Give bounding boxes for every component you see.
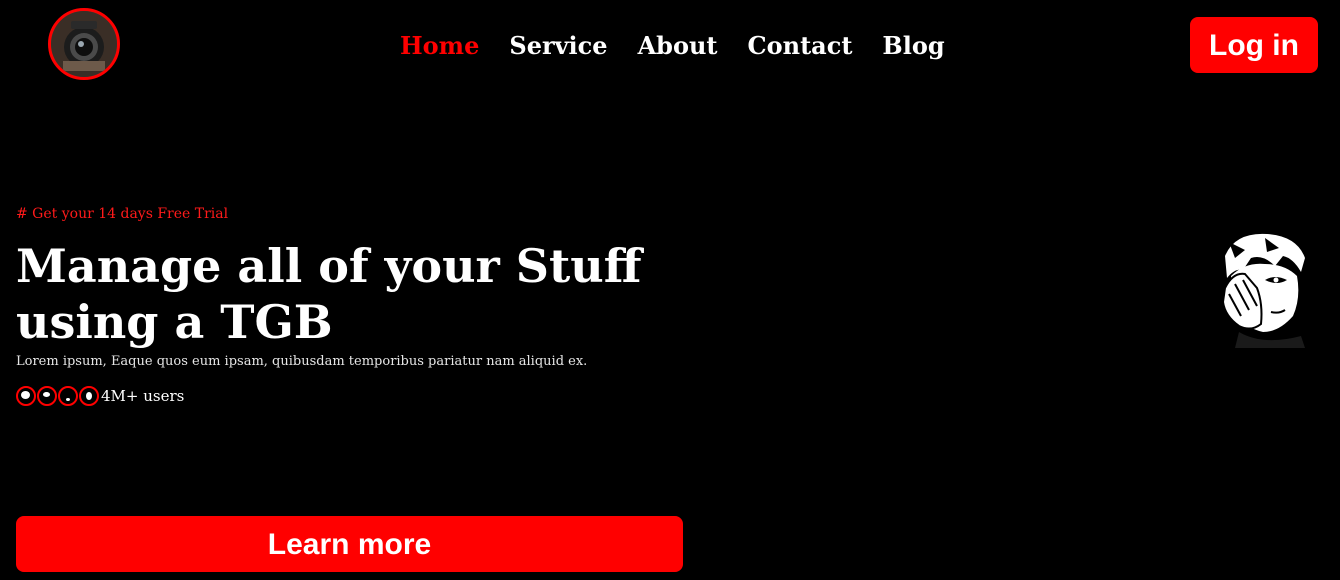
user-avatar xyxy=(37,386,57,406)
logo-camera-lens-image[interactable] xyxy=(48,8,120,80)
users-count-text: 4M+ users xyxy=(101,387,185,405)
nav-about-link[interactable]: About xyxy=(638,30,718,62)
landing-page: Home Service About Contact Blog Log in #… xyxy=(0,0,1340,580)
learn-more-button[interactable]: Learn more xyxy=(16,516,683,572)
main-nav: Home Service About Contact Blog xyxy=(400,30,945,62)
nav-service-link[interactable]: Service xyxy=(509,30,607,62)
user-avatar xyxy=(79,386,99,406)
nav-home-link[interactable]: Home xyxy=(400,30,479,62)
nav-contact-link[interactable]: Contact xyxy=(748,30,853,62)
hero-illustration-face xyxy=(1205,228,1315,348)
hero-description: Lorem ipsum, Eaque quos eum ipsam, quibu… xyxy=(16,354,588,369)
user-count-group: 4M+ users xyxy=(16,386,184,406)
hero-headline: Manage all of your Stuff using a TGB xyxy=(16,239,642,349)
user-avatar xyxy=(58,386,78,406)
free-trial-tagline: # Get your 14 days Free Trial xyxy=(16,206,229,222)
nav-blog-link[interactable]: Blog xyxy=(882,30,944,62)
login-button[interactable]: Log in xyxy=(1190,17,1318,73)
user-avatar xyxy=(16,386,36,406)
